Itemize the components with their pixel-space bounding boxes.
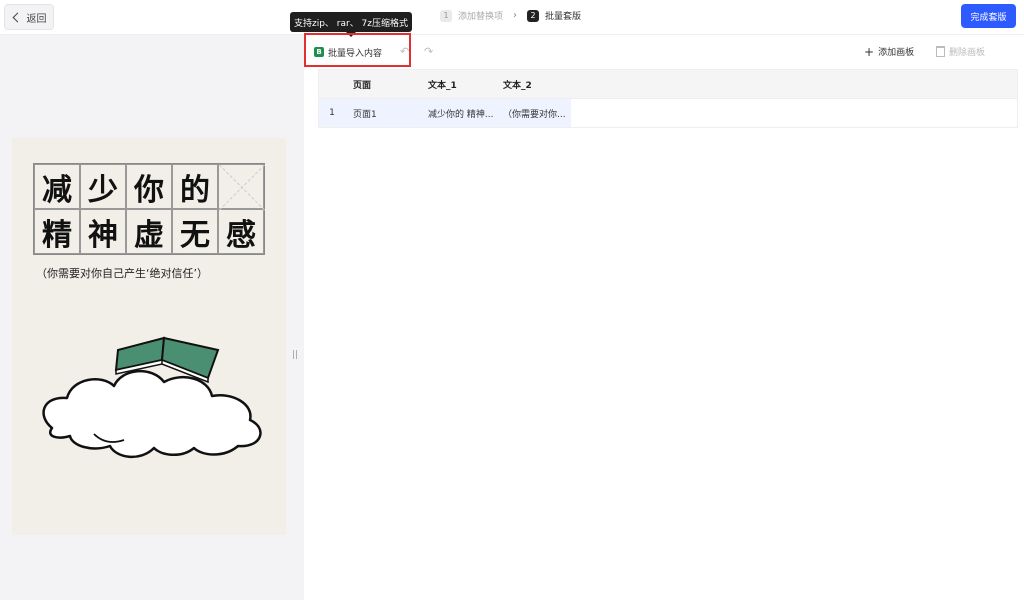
pane-resize-handle[interactable]: || bbox=[292, 350, 298, 360]
undo-icon[interactable]: ↶ bbox=[400, 45, 409, 58]
cell-text-2-value: （你需要对你... bbox=[503, 109, 566, 120]
header-page: 页面 bbox=[353, 80, 372, 91]
grid-cell: 无 bbox=[172, 209, 218, 254]
grid-cell: 的 bbox=[172, 164, 218, 209]
title-grid: 减 少 你 的 精 神 虚 无 感 bbox=[33, 163, 265, 255]
grid-cell: 减 bbox=[34, 164, 80, 209]
batch-import-label: 批量导入内容 bbox=[328, 48, 383, 59]
grid-cell: 感 bbox=[218, 209, 264, 254]
cell-text-1[interactable]: 减少你的 精神... bbox=[420, 99, 495, 127]
header-text-1: 文本_1 bbox=[428, 80, 457, 91]
chevron-left-icon bbox=[12, 12, 22, 22]
spreadsheet-icon: B bbox=[314, 47, 324, 57]
back-button[interactable]: 返回 bbox=[4, 4, 54, 30]
content-table: 页面 文本_1 文本_2 1 页面1 减少你的 精神... （你需要对你... bbox=[318, 69, 1018, 128]
import-tooltip: 支持zip、 rar、 7z压缩格式 bbox=[290, 12, 412, 37]
cloud-book-illustration bbox=[42, 336, 262, 458]
step-1-label[interactable]: 添加替换项 bbox=[458, 9, 503, 22]
grid-cell: 你 bbox=[126, 164, 172, 209]
cell-page-text: 页面1 bbox=[353, 109, 377, 120]
step-2-label[interactable]: 批量套版 bbox=[545, 9, 581, 22]
add-board-label: 添加画板 bbox=[878, 48, 915, 58]
batch-import-button[interactable]: B 批量导入内容 bbox=[314, 42, 389, 62]
delete-board-button[interactable]: 删除画板 bbox=[936, 45, 985, 58]
redo-icon[interactable]: ↷ bbox=[424, 45, 433, 58]
finish-button[interactable]: 完成套版 bbox=[961, 4, 1016, 28]
poster-subtitle: （你需要对你自己产生‘绝对信任’） bbox=[36, 267, 208, 280]
step-2-number: 2 bbox=[527, 9, 540, 22]
grid-cell: 少 bbox=[80, 164, 126, 209]
delete-board-label: 删除画板 bbox=[949, 48, 986, 58]
table-header-row: 页面 文本_1 文本_2 bbox=[319, 70, 1017, 98]
step-1-number: 1 bbox=[440, 9, 452, 22]
cell-page[interactable]: 页面1 bbox=[345, 99, 420, 127]
grid-cell: 精 bbox=[34, 209, 80, 254]
poster-preview[interactable]: 减 少 你 的 精 神 虚 无 感 （你需要对你自己产生‘绝对信任’） bbox=[12, 138, 286, 535]
preview-pane: 减 少 你 的 精 神 虚 无 感 （你需要对你自己产生‘绝对信任’） || bbox=[0, 35, 304, 600]
step-indicator: 1 添加替换项 › 2 批量套版 bbox=[440, 9, 581, 22]
trash-icon bbox=[936, 46, 945, 57]
plus-icon: + bbox=[864, 44, 875, 59]
top-bar: 返回 1 添加替换项 › 2 批量套版 完成套版 bbox=[0, 0, 1024, 35]
table-row[interactable]: 1 页面1 减少你的 精神... （你需要对你... bbox=[319, 98, 1017, 127]
header-text-2: 文本_2 bbox=[503, 80, 532, 91]
grid-cell-empty bbox=[218, 164, 264, 209]
add-board-button[interactable]: + 添加画板 bbox=[864, 44, 915, 59]
cell-text-1-value: 减少你的 精神... bbox=[428, 109, 494, 120]
grid-cell: 虚 bbox=[126, 209, 172, 254]
chevron-right-icon: › bbox=[513, 10, 518, 21]
back-label: 返回 bbox=[26, 13, 47, 25]
grid-cell: 神 bbox=[80, 209, 126, 254]
cell-text-2[interactable]: （你需要对你... bbox=[495, 99, 571, 127]
row-index: 1 bbox=[319, 99, 345, 127]
